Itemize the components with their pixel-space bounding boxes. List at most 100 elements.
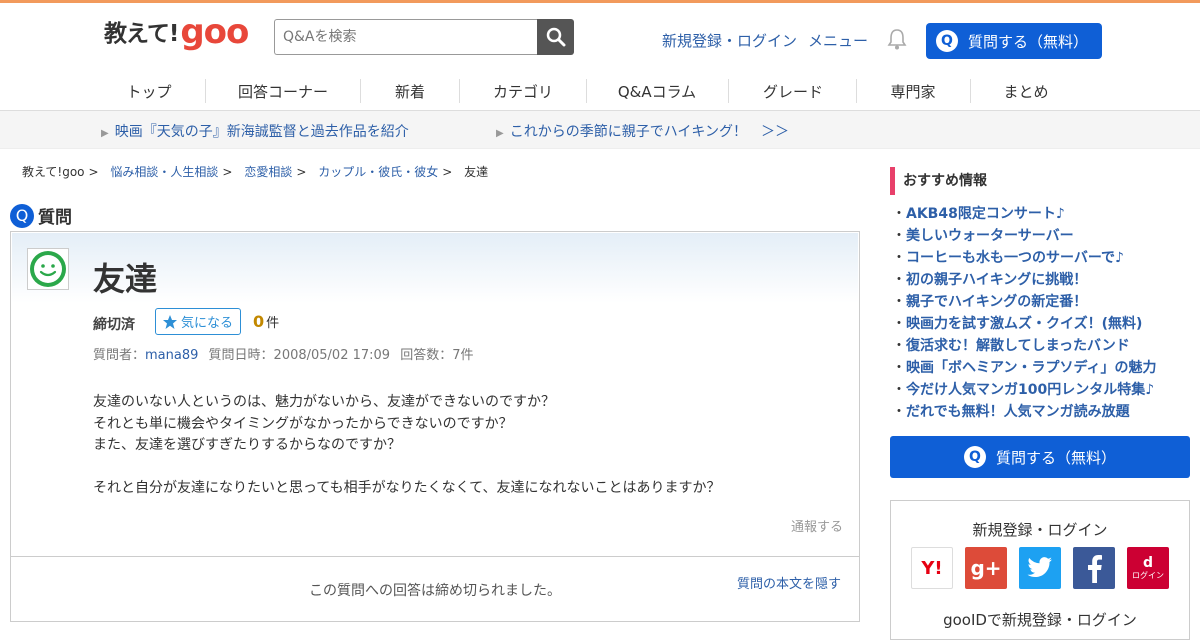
ask-question-label: 質問する（無料） — [968, 32, 1089, 51]
nav-new[interactable]: 新着 — [365, 71, 455, 111]
question-body-line: それと自分が友達になりたいと思っても相手がなりたくなくて、友達になれないことはあ… — [93, 480, 721, 496]
question-body-line: また、友達を選びすぎたりするからなのですか？ — [93, 437, 401, 453]
question-body-line: 友達のいない人というのは、魅力がないから、友達ができないのですか？ — [93, 394, 555, 410]
breadcrumb-subsubcategory[interactable]: カップル・彼氏・彼女 — [318, 165, 438, 179]
nav-divider — [205, 79, 206, 103]
nav-divider — [586, 79, 587, 103]
recommended-item[interactable]: 映画「ボヘミアン・ラプソディ」の魅力 — [892, 357, 1156, 379]
bookmark-count: 0件 — [253, 312, 279, 331]
question-heading: Q 質問 — [10, 203, 72, 228]
report-link[interactable]: 通報する — [791, 516, 843, 535]
sidebar-ask-question-button[interactable]: Q 質問する（無料） — [890, 436, 1190, 478]
nav-qa-column[interactable]: Q&Aコラム — [592, 71, 722, 111]
search-icon — [546, 27, 565, 47]
nav-matome[interactable]: まとめ — [976, 71, 1076, 111]
breadcrumb-subcategory[interactable]: 恋愛相談 — [244, 165, 292, 179]
breadcrumb-current: 友達 — [464, 165, 489, 179]
avatar[interactable] — [27, 248, 69, 290]
question-q-icon: Q — [10, 203, 34, 228]
docomo-d-glyph: d — [1142, 554, 1154, 571]
breadcrumb-separator: > — [296, 165, 307, 179]
nav-divider — [360, 79, 361, 103]
promo-link-1[interactable]: ▶ 映画『天気の子』新海誠監督と過去作品を紹介 — [101, 121, 409, 141]
breadcrumb-separator: > — [222, 165, 233, 179]
yahoo-login-icon[interactable]: Y! — [911, 547, 953, 589]
recommended-item[interactable]: 今だけ人気マンガ100円レンタル特集♪ — [892, 379, 1156, 401]
recommended-item[interactable]: 初の親子ハイキングに挑戦！ — [892, 269, 1156, 291]
search-button[interactable] — [537, 19, 574, 55]
divider — [11, 556, 859, 557]
logo-text: 教えて! — [104, 21, 179, 47]
promo-link-1-label: 映画『天気の子』新海誠監督と過去作品を紹介 — [114, 124, 409, 140]
bookmark-button[interactable]: 気になる — [155, 308, 241, 335]
gooid-login-link[interactable]: gooIDで新規登録・ログイン — [891, 609, 1189, 630]
breadcrumb-separator: > — [88, 165, 99, 179]
recommended-list: AKB48限定コンサート♪ 美しいウォーターサーバー コーヒーも水も一つのサーバ… — [892, 203, 1156, 423]
notification-bell-icon[interactable] — [886, 27, 908, 55]
bookmark-count-value: 0 — [253, 312, 265, 331]
docomo-login-icon[interactable]: d ログイン — [1127, 547, 1169, 589]
question-body-line: それとも単に機会やタイミングがなかったからできないのですか？ — [93, 415, 513, 432]
recommended-item[interactable]: 映画力を試す激ムズ・クイズ！(無料) — [892, 313, 1156, 335]
star-icon — [163, 314, 177, 329]
smiley-avatar-icon — [30, 251, 66, 287]
question-title: 友達 — [93, 260, 158, 298]
sidebar-ask-label: 質問する（無料） — [995, 448, 1116, 467]
breadcrumb-separator: > — [442, 165, 453, 179]
breadcrumb-home[interactable]: 教えて!goo — [22, 165, 85, 179]
question-icon: Q — [963, 446, 986, 468]
nav-divider — [856, 79, 857, 103]
sidebar-title: おすすめ情報 — [890, 167, 987, 195]
recommended-item[interactable]: コーヒーも水も一つのサーバーで♪ — [892, 247, 1156, 269]
search-input[interactable]: Q&Aを検索 — [274, 19, 538, 55]
site-logo[interactable]: 教えて! goo — [104, 12, 249, 52]
twitter-login-icon[interactable] — [1019, 547, 1061, 589]
google-plus-login-icon[interactable]: g+ — [965, 547, 1007, 589]
status-badge: 締切済 — [93, 317, 135, 333]
nav-experts[interactable]: 専門家 — [862, 71, 964, 111]
recommended-item[interactable]: 美しいウォーターサーバー — [892, 225, 1156, 247]
nav-answer-corner[interactable]: 回答コーナー — [215, 71, 351, 111]
promo-bar: ▶ 映画『天気の子』新海誠監督と過去作品を紹介 ▶ これからの季節に親子でハイキング… — [0, 111, 1200, 149]
promo-link-2[interactable]: ▶ これからの季節に親子でハイキング！ ＞＞ — [496, 121, 789, 141]
nav-divider — [970, 79, 971, 103]
hide-body-link[interactable]: 質問の本文を隠す — [737, 573, 841, 592]
bookmark-label: 気になる — [181, 316, 234, 331]
nav-divider — [459, 79, 460, 103]
logo-brand: goo — [180, 12, 249, 52]
main-nav: トップ 回答コーナー 新着 カテゴリ Q&Aコラム グレード 専門家 まとめ — [0, 71, 1200, 111]
asker-label: 質問者： — [93, 348, 146, 363]
question-body-blank — [93, 457, 720, 479]
answer-count: 回答数：7件 — [400, 348, 474, 363]
recommended-item[interactable]: AKB48限定コンサート♪ — [892, 203, 1156, 225]
closed-message: この質問への回答は締め切られました。 — [309, 583, 561, 599]
question-heading-label: 質問 — [38, 208, 72, 228]
chevron-right-icon: ▶ — [101, 128, 109, 139]
nav-divider — [728, 79, 729, 103]
breadcrumb: 教えて!goo > 悩み相談・人生相談 > 恋愛相談 > カップル・彼氏・彼女 > 友達 — [22, 163, 488, 180]
promo-link-2-label: これからの季節に親子でハイキング！ ＞＞ — [509, 124, 790, 140]
signup-login-link[interactable]: 新規登録・ログイン — [662, 30, 797, 51]
breadcrumb-category[interactable]: 悩み相談・人生相談 — [110, 165, 218, 179]
question-date: 質問日時：2008/05/02 17:09 — [208, 348, 391, 363]
login-title: 新規登録・ログイン — [972, 521, 1108, 539]
nav-grade[interactable]: グレード — [736, 71, 850, 111]
recommended-item[interactable]: 親子でハイキングの新定番！ — [892, 291, 1156, 313]
question-body: 友達のいない人というのは、魅力がないから、友達ができないのですか？ それとも単に… — [93, 392, 720, 500]
login-panel: 新規登録・ログイン Y! g+ d ログイン gooIDで新規登録・ログイン — [890, 500, 1190, 640]
question-card: 友達 締切済 気になる 0件 質問者：mana89 質問日時：2008/05/0… — [10, 231, 860, 622]
bookmark-count-unit: 件 — [266, 316, 280, 331]
site-header: 教えて! goo Q&Aを検索 新規登録・ログイン メニュー Q 質問する（無料… — [0, 3, 1200, 71]
chevron-right-icon: ▶ — [496, 128, 504, 139]
question-meta: 質問者：mana89 質問日時：2008/05/02 17:09 回答数：7件 — [93, 344, 474, 363]
docomo-login-label: ログイン — [1132, 570, 1164, 580]
menu-link[interactable]: メニュー — [808, 30, 868, 51]
question-icon: Q — [936, 30, 958, 52]
facebook-login-icon[interactable] — [1073, 547, 1115, 589]
recommended-item[interactable]: だれでも無料！人気マンガ読み放題 — [892, 401, 1156, 423]
nav-category[interactable]: カテゴリ — [466, 71, 580, 111]
recommended-item[interactable]: 復活求む！解散してしまったバンド — [892, 335, 1156, 357]
nav-top[interactable]: トップ — [104, 71, 194, 111]
ask-question-button[interactable]: Q 質問する（無料） — [926, 23, 1102, 59]
asker-link[interactable]: mana89 — [145, 348, 198, 363]
